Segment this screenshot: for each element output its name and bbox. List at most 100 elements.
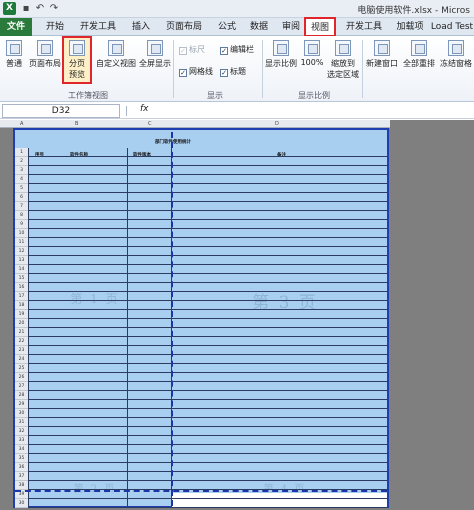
column-header-a[interactable]: A (20, 120, 23, 128)
row-header[interactable]: 9 (15, 220, 28, 229)
row-header[interactable]: 25 (15, 364, 28, 373)
row-header[interactable]: 15 (15, 274, 28, 283)
redo-icon[interactable]: ↷ (48, 2, 60, 15)
row-header[interactable]: 6 (15, 193, 28, 202)
row-header[interactable]: 16 (15, 283, 28, 292)
tab-file[interactable]: 文件 (0, 18, 32, 36)
header-software-version: 软件版本 (133, 152, 151, 158)
column-header-b[interactable]: B (75, 120, 78, 128)
headings-checkbox[interactable]: ✓ 标题 (220, 66, 246, 77)
headings-label: 标题 (230, 67, 246, 76)
formula-bar: D32 fx (0, 103, 474, 119)
worksheet-area[interactable]: A B C D 部门软件使用统计 序号 软件名称 软件版本 备注 第 1 页 第… (0, 120, 474, 510)
column-header-d[interactable]: D (275, 120, 279, 128)
row-gridline (28, 327, 388, 328)
row-header[interactable]: 13 (15, 256, 28, 265)
row-header[interactable]: 12 (15, 247, 28, 256)
normal-view-button[interactable]: 普通 (2, 40, 26, 69)
group-separator (362, 40, 363, 98)
headings-check-icon: ✓ (220, 69, 228, 77)
zoom-selection-label-2: 选定区域 (327, 70, 359, 79)
row-gridline (28, 273, 388, 274)
row-header[interactable]: 29 (15, 400, 28, 409)
row-header[interactable]: 36 (15, 463, 28, 472)
row-header[interactable]: 11 (15, 238, 28, 247)
zoom-to-selection-button[interactable]: 缩放到 选定区域 (326, 40, 360, 80)
row-header[interactable]: 3 (15, 166, 28, 175)
row-header[interactable]: 28 (15, 391, 28, 400)
row-header[interactable]: 14 (15, 265, 28, 274)
print-area[interactable]: 部门软件使用统计 序号 软件名称 软件版本 备注 第 1 页 第 3 页 第 2… (13, 128, 389, 508)
row-gridline (28, 507, 388, 508)
row-header[interactable]: 34 (15, 445, 28, 454)
row-header[interactable]: 4 (15, 175, 28, 184)
row-header[interactable]: 19 (15, 310, 28, 319)
row-header[interactable]: 24 (15, 355, 28, 364)
row-header[interactable]: 8 (15, 211, 28, 220)
zoom-magnifier-icon (273, 40, 289, 56)
freeze-panes-label: 冻结窗格 (440, 59, 472, 68)
tab-developer[interactable]: 开发工具 (74, 18, 122, 36)
tab-formulas[interactable]: 公式 (212, 18, 242, 36)
tab-insert[interactable]: 插入 (126, 18, 156, 36)
gridlines-checkbox[interactable]: ✓ 网格线 (179, 66, 213, 77)
tab-developer-2[interactable]: 开发工具 (340, 18, 388, 36)
page-break-preview-button[interactable]: 分页 预览 (62, 36, 92, 84)
row-header[interactable]: 30 (15, 409, 28, 418)
custom-views-label: 自定义视图 (96, 59, 136, 68)
row-header[interactable]: 10 (15, 229, 28, 238)
row-gridline (28, 255, 388, 256)
tab-data[interactable]: 数据 (244, 18, 274, 36)
row-header[interactable]: 20 (15, 319, 28, 328)
row-header[interactable]: 22 (15, 337, 28, 346)
unprinted-cells[interactable] (172, 493, 387, 507)
arrange-all-button[interactable]: 全部重排 (401, 40, 437, 69)
ruler-checkbox[interactable]: ✓ 标尺 (179, 44, 205, 55)
column-header-c[interactable]: C (148, 120, 152, 128)
full-screen-icon (147, 40, 163, 56)
row-header[interactable]: 30 (15, 499, 28, 508)
save-icon[interactable]: ▪ (20, 2, 32, 15)
new-window-button[interactable]: 新建窗口 (364, 40, 400, 69)
row-header[interactable]: 1 (15, 148, 28, 157)
row-header[interactable]: 32 (15, 427, 28, 436)
row-header[interactable]: 5 (15, 184, 28, 193)
row-header[interactable]: 27 (15, 382, 28, 391)
row-header[interactable]: 33 (15, 436, 28, 445)
formula-bar-checkbox[interactable]: ✓ 编辑栏 (220, 44, 254, 55)
row-header[interactable]: 7 (15, 202, 28, 211)
freeze-panes-button[interactable]: 冻结窗格 (438, 40, 474, 69)
row-gridline (28, 291, 388, 292)
undo-icon[interactable]: ↶ (34, 2, 46, 15)
page-break-preview-label-2: 预览 (69, 70, 85, 79)
row-header[interactable]: 18 (15, 301, 28, 310)
tab-home[interactable]: 开始 (40, 18, 70, 36)
row-header[interactable]: 35 (15, 454, 28, 463)
page-layout-view-button[interactable]: 页面布局 (28, 40, 62, 69)
row-gridline (28, 345, 388, 346)
tab-page-layout[interactable]: 页面布局 (160, 18, 208, 36)
zoom-button[interactable]: 显示比例 (264, 40, 298, 69)
horizontal-page-break[interactable] (15, 490, 387, 492)
vertical-page-break[interactable] (171, 132, 173, 506)
full-screen-button[interactable]: 全屏显示 (138, 40, 172, 69)
zoom-100-button[interactable]: 100% (300, 40, 324, 67)
row-header[interactable]: 23 (15, 346, 28, 355)
tab-add-ins[interactable]: 加载项 (392, 18, 428, 36)
row-header[interactable]: 38 (15, 481, 28, 490)
row-header[interactable]: 26 (15, 373, 28, 382)
name-box[interactable]: D32 (2, 104, 120, 118)
row-gridline (28, 381, 388, 382)
tab-load-test[interactable]: Load Test (430, 18, 474, 36)
tab-review[interactable]: 审阅 (276, 18, 306, 36)
tab-view[interactable]: 视图 (304, 17, 336, 37)
row-header[interactable]: 37 (15, 472, 28, 481)
row-gridline (28, 201, 388, 202)
custom-views-button[interactable]: 自定义视图 (94, 40, 138, 69)
row-header[interactable]: 21 (15, 328, 28, 337)
row-header[interactable]: 2 (15, 157, 28, 166)
title-bar: X ▪ ↶ ↷ 电脑使用软件.xlsx - Micros (0, 0, 474, 18)
insert-function-icon[interactable]: fx (140, 104, 149, 114)
row-header[interactable]: 17 (15, 292, 28, 301)
row-header[interactable]: 31 (15, 418, 28, 427)
